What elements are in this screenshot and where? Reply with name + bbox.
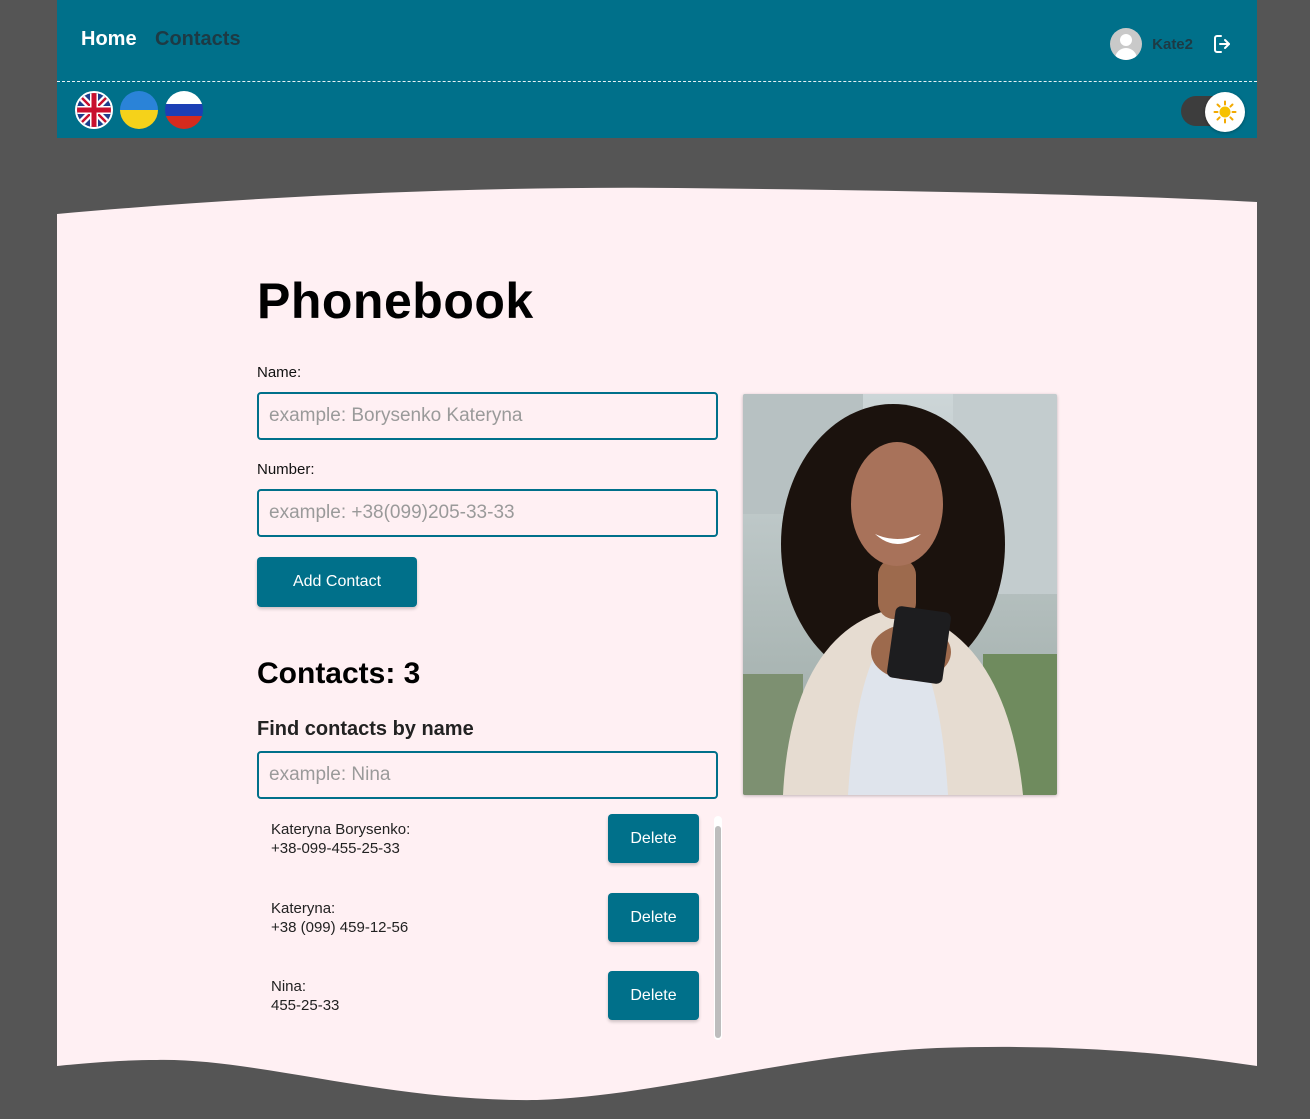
woman-with-phone-image (743, 394, 1057, 795)
sun-icon (1213, 100, 1237, 124)
delete-button[interactable]: Delete (608, 893, 699, 942)
number-input[interactable] (257, 489, 718, 537)
find-contacts-label: Find contacts by name (257, 718, 474, 740)
contacts-count-title: Contacts: 3 (257, 657, 421, 690)
contact-number: +38-099-455-25-33 (271, 840, 400, 857)
list-item: Kateryna: +38 (099) 459-12-56 Delete (271, 893, 699, 953)
delete-button[interactable]: Delete (608, 971, 699, 1020)
list-scrollbar[interactable] (714, 816, 722, 1040)
flag-russia-icon[interactable] (165, 91, 203, 129)
contact-number: 455-25-33 (271, 997, 340, 1014)
language-bar (57, 83, 1257, 138)
nav-bar: Home Contacts Kate2 (57, 0, 1257, 82)
name-input[interactable] (257, 392, 718, 440)
scrollbar-thumb[interactable] (715, 826, 721, 1038)
number-label: Number: (257, 461, 315, 478)
contact-name: Nina: (271, 978, 307, 995)
nav-home-link[interactable]: Home (81, 28, 137, 51)
theme-toggle[interactable] (1181, 92, 1245, 132)
page-title: Phonebook (257, 273, 534, 329)
list-item: Kateryna Borysenko: +38-099-455-25-33 De… (271, 814, 699, 874)
avatar (1110, 28, 1143, 60)
add-contact-button[interactable]: Add Contact (257, 557, 417, 607)
name-label: Name: (257, 364, 302, 381)
logout-icon[interactable] (1211, 32, 1235, 56)
nav-contacts-link[interactable]: Contacts (155, 28, 241, 51)
app-header: Home Contacts Kate2 (57, 0, 1257, 138)
flag-uk-icon[interactable] (75, 91, 113, 129)
user-menu: Kate2 (1110, 27, 1235, 61)
flag-ukraine-icon[interactable] (120, 91, 158, 129)
user-name: Kate2 (1152, 35, 1193, 53)
contacts-list[interactable]: Kateryna Borysenko: +38-099-455-25-33 De… (257, 814, 722, 1040)
delete-button[interactable]: Delete (608, 814, 699, 863)
contact-name: Kateryna: (271, 900, 336, 917)
list-item: Nina: 455-25-33 Delete (271, 971, 699, 1031)
contact-name: Kateryna Borysenko: (271, 821, 411, 838)
contact-number: +38 (099) 459-12-56 (271, 919, 409, 936)
search-input[interactable] (257, 751, 718, 799)
